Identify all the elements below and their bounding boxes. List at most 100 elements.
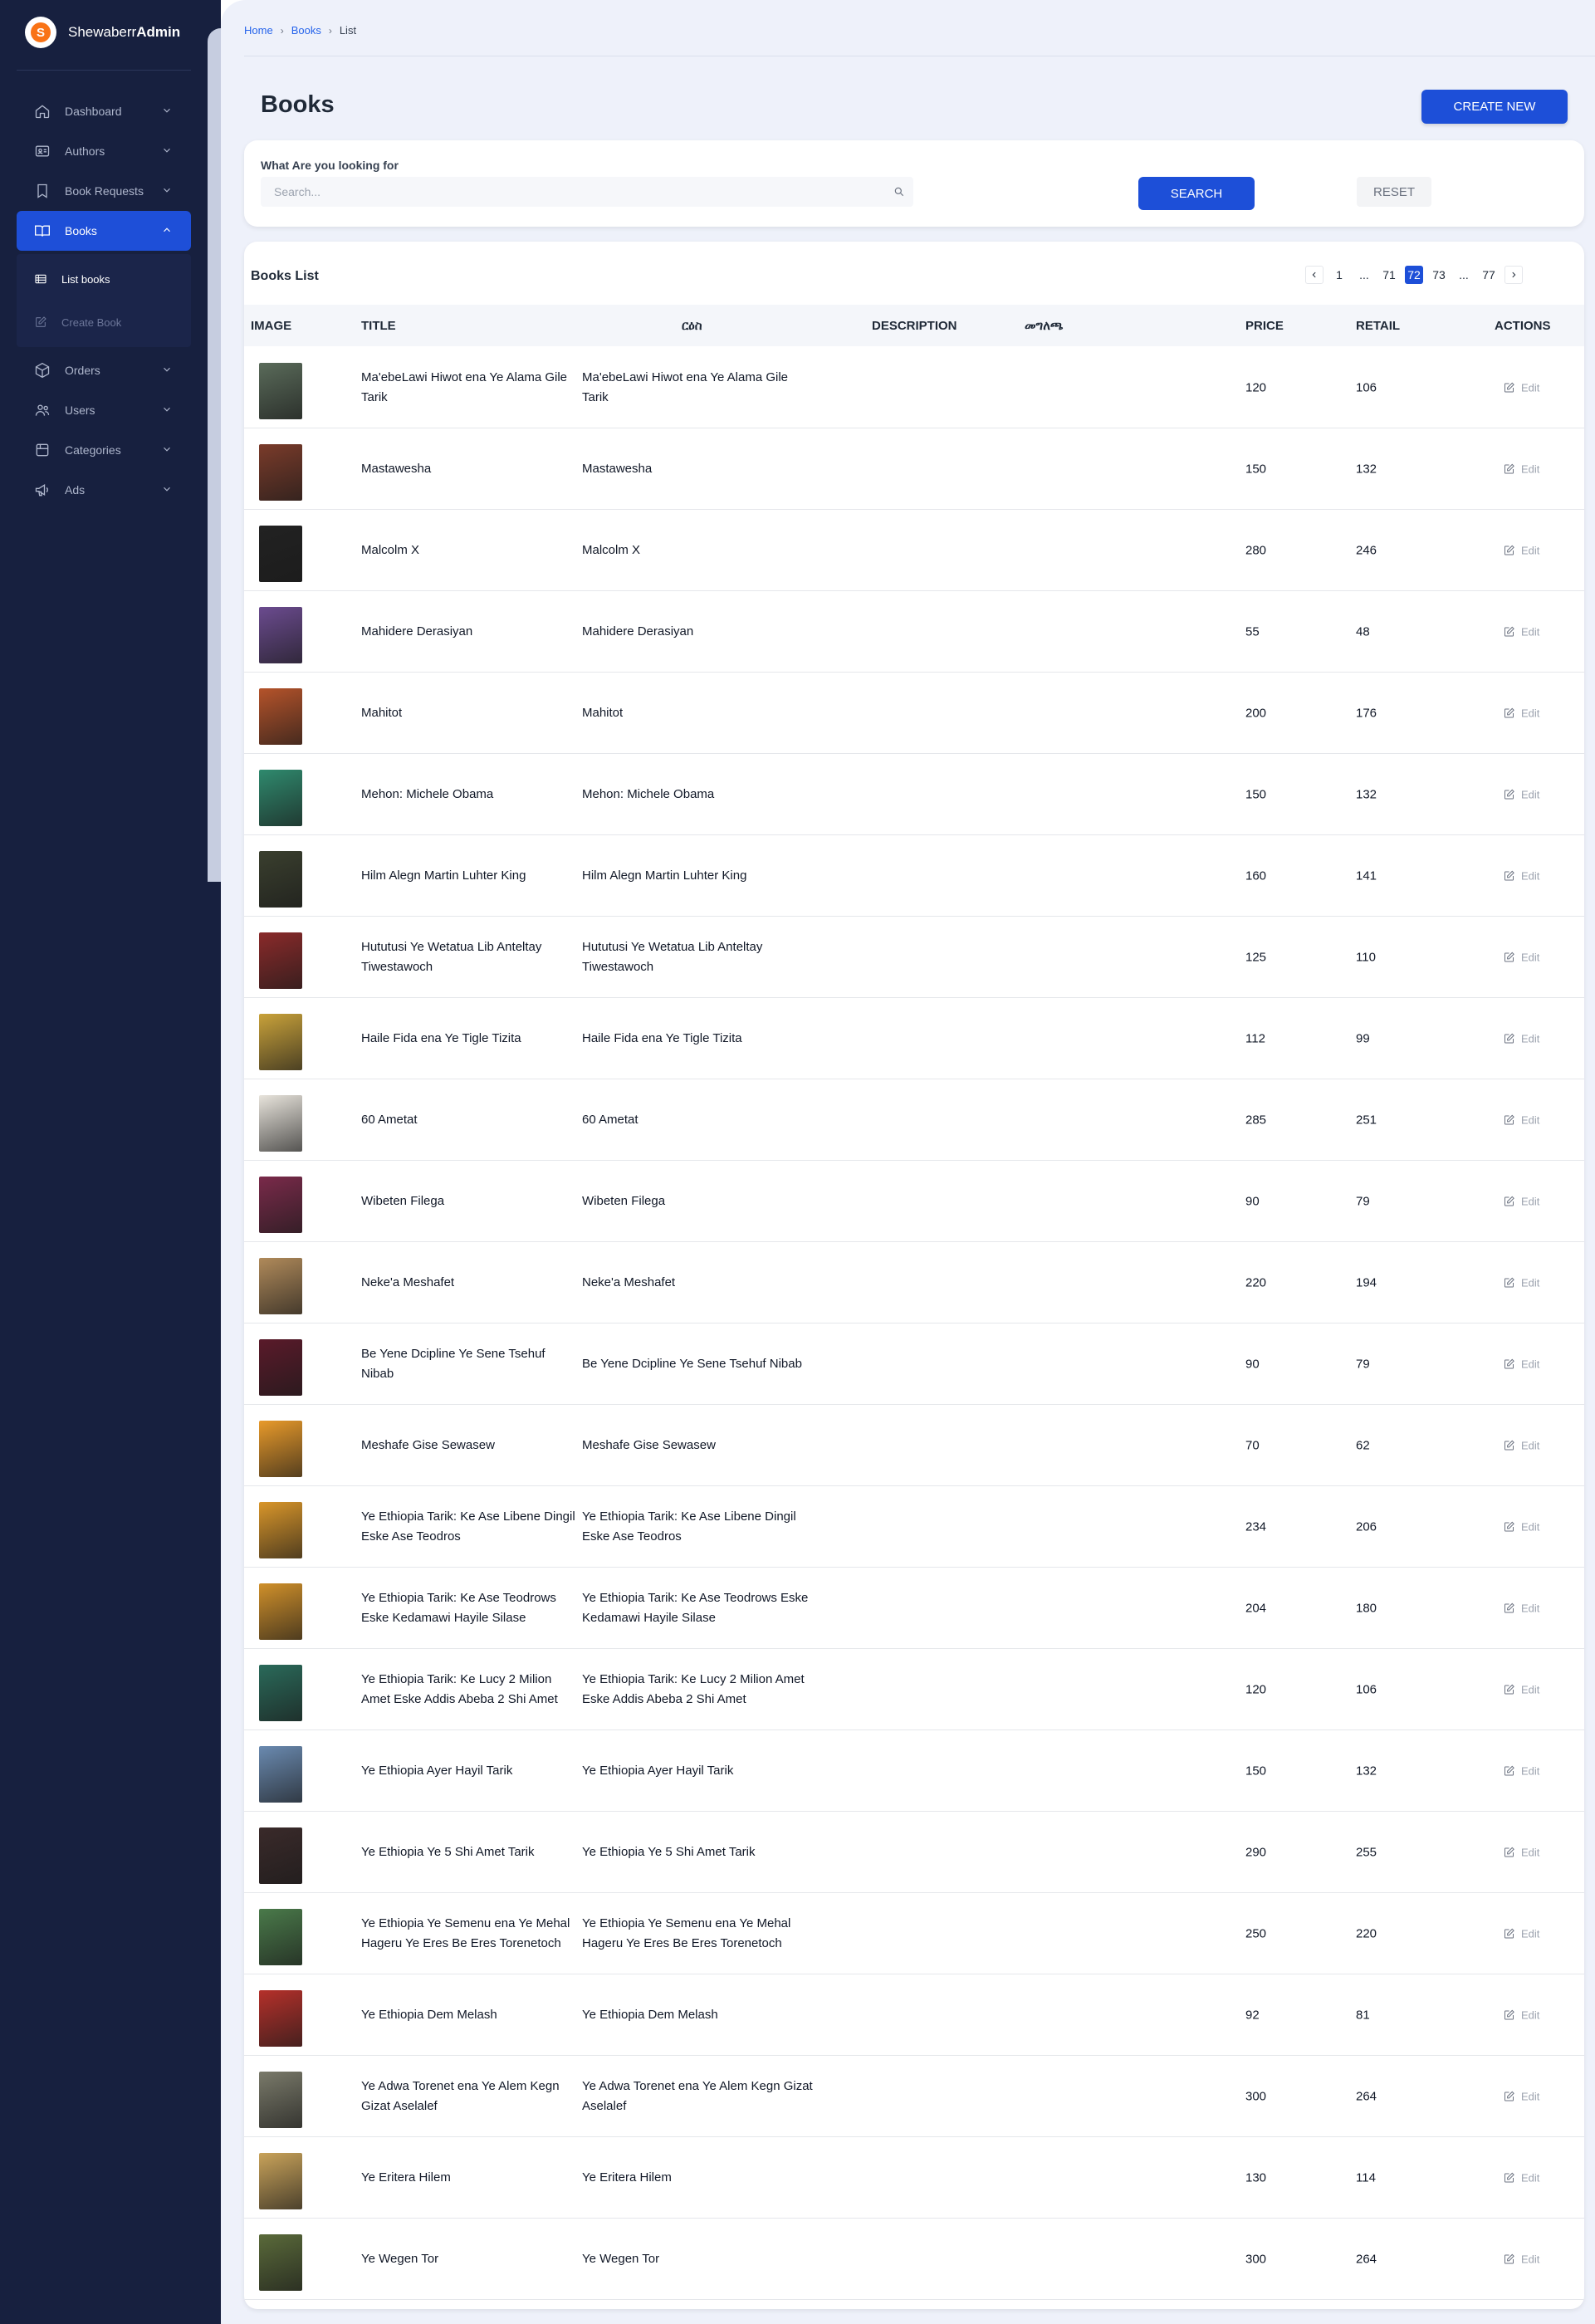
sidebar-item-book-requests[interactable]: Book Requests: [17, 171, 191, 211]
sidebar-item-users[interactable]: Users: [17, 390, 191, 430]
book-cover: [259, 1258, 302, 1314]
book-title: Ye Ethiopia Dem Melash: [361, 2007, 497, 2022]
pagination-page[interactable]: 73: [1430, 266, 1448, 284]
table-row: Ye Ethiopia Ye 5 Shi Amet Tarik Ye Ethiop…: [244, 1812, 1584, 1893]
edit-icon: [1504, 1521, 1514, 1531]
edit-icon: [1504, 2009, 1514, 2019]
book-title-amharic: Haile Fida ena Ye Tigle Tizita: [582, 1030, 742, 1045]
pagination-prev-icon[interactable]: [1305, 266, 1323, 284]
book-price: 160: [1245, 868, 1267, 883]
edit-button[interactable]: Edit: [1503, 869, 1539, 882]
book-title: Ye Eritera Hilem: [361, 2170, 451, 2185]
book-cover: [259, 2153, 302, 2209]
book-cover-image: [259, 1665, 302, 1721]
sidebar-item-orders[interactable]: Orders: [17, 350, 191, 390]
edit-button[interactable]: Edit: [1503, 2171, 1539, 2184]
edit-button[interactable]: Edit: [1503, 707, 1539, 719]
sidebar-item-books[interactable]: Books: [17, 211, 191, 251]
brand-logo: S: [25, 17, 56, 48]
book-title: Ye Ethiopia Ye Semenu ena Ye Mehal Hager…: [361, 1915, 570, 1950]
edit-button[interactable]: Edit: [1503, 2090, 1539, 2102]
book-cover: [259, 770, 302, 826]
book-price: 204: [1245, 1601, 1267, 1615]
book-cover-image: [259, 1014, 302, 1070]
breadcrumb-home[interactable]: Home: [244, 24, 273, 37]
edit-icon: [1504, 1277, 1514, 1287]
edit-button[interactable]: Edit: [1503, 1683, 1539, 1695]
sidebar-item-label: Books: [65, 224, 97, 237]
brand-name: ShewaberrAdmin: [68, 24, 181, 40]
edit-icon: [1504, 1033, 1514, 1043]
edit-button[interactable]: Edit: [1503, 462, 1539, 475]
sidebar-item-dashboard[interactable]: Dashboard: [17, 91, 191, 131]
edit-label: Edit: [1521, 951, 1540, 963]
edit-button[interactable]: Edit: [1503, 1602, 1539, 1614]
chevron-down-icon: [161, 404, 173, 415]
edit-button[interactable]: Edit: [1503, 1358, 1539, 1370]
book-cover: [259, 2072, 302, 2128]
sidebar-item-ads[interactable]: Ads: [17, 470, 191, 510]
edit-label: Edit: [1521, 1113, 1540, 1126]
table-row: Ye Ethiopia Tarik: Ke Ase Teodrows Eske …: [244, 1568, 1584, 1649]
pagination-page-current[interactable]: 72: [1405, 266, 1423, 284]
edit-label: Edit: [1521, 788, 1540, 800]
sidebar-subitem-label: List books: [61, 272, 110, 286]
edit-button[interactable]: Edit: [1503, 1846, 1539, 1858]
table-row: Ye Wegen Tor Ye Wegen Tor 300 264 Edit: [244, 2219, 1584, 2300]
book-title-amharic: Ye Adwa Torenet ena Ye Alem Kegn Gizat A…: [582, 2078, 813, 2113]
edit-button[interactable]: Edit: [1503, 1113, 1539, 1126]
book-price: 280: [1245, 543, 1267, 557]
edit-button[interactable]: Edit: [1503, 544, 1539, 556]
page-title: Books: [261, 91, 335, 118]
book-retail: 132: [1356, 462, 1377, 476]
pagination-next-icon[interactable]: [1504, 266, 1523, 284]
reset-button[interactable]: RESET: [1357, 177, 1431, 207]
edit-button[interactable]: Edit: [1503, 1032, 1539, 1045]
edit-button[interactable]: Edit: [1503, 2253, 1539, 2265]
edit-button[interactable]: Edit: [1503, 1439, 1539, 1451]
sidebar-item-categories[interactable]: Categories: [17, 430, 191, 470]
box-icon: [33, 361, 51, 379]
edit-button[interactable]: Edit: [1503, 1520, 1539, 1533]
sidebar-item-authors[interactable]: Authors: [17, 131, 191, 171]
brand[interactable]: S ShewaberrAdmin: [25, 17, 181, 48]
list-title: Books List: [251, 269, 319, 283]
book-title-amharic: 60 Ametat: [582, 1112, 638, 1127]
book-title: Ye Adwa Torenet ena Ye Alem Kegn Gizat A…: [361, 2078, 560, 2113]
edit-icon: [1504, 1440, 1514, 1450]
pagination-page[interactable]: 1: [1330, 266, 1348, 284]
book-cover-image: [259, 770, 302, 826]
edit-button[interactable]: Edit: [1503, 1764, 1539, 1777]
search-button[interactable]: SEARCH: [1138, 177, 1255, 210]
breadcrumb-books[interactable]: Books: [291, 24, 321, 37]
chevron-down-icon: [161, 105, 173, 116]
edit-button[interactable]: Edit: [1503, 788, 1539, 800]
book-title: Meshafe Gise Sewasew: [361, 1437, 495, 1452]
book-cover-image: [259, 2072, 302, 2128]
table-row: Ye Ethiopia Ye Semenu ena Ye Mehal Hager…: [244, 1893, 1584, 1974]
create-new-button[interactable]: CREATE NEW: [1421, 90, 1568, 124]
book-cover-image: [259, 2153, 302, 2209]
sidebar-item-list-books[interactable]: List books: [17, 257, 191, 301]
pagination-page[interactable]: 71: [1380, 266, 1398, 284]
search-input[interactable]: Search...: [261, 177, 913, 207]
edit-button[interactable]: Edit: [1503, 625, 1539, 638]
edit-button[interactable]: Edit: [1503, 1276, 1539, 1289]
sidebar-item-create-book[interactable]: Create Book: [17, 301, 191, 344]
book-price: 70: [1245, 1438, 1260, 1452]
book-cover: [259, 1990, 302, 2047]
table-row: Wibeten Filega Wibeten Filega 90 79 Edit: [244, 1161, 1584, 1242]
sidebar-item-label: Dashboard: [65, 105, 122, 118]
edit-button[interactable]: Edit: [1503, 381, 1539, 394]
chevron-down-icon: [161, 443, 173, 455]
megaphone-icon: [33, 481, 51, 499]
book-retail: 106: [1356, 1682, 1377, 1696]
table-row: Be Yene Dcipline Ye Sene Tsehuf Nibab Be …: [244, 1323, 1584, 1405]
edit-button[interactable]: Edit: [1503, 1927, 1539, 1940]
edit-label: Edit: [1521, 1358, 1540, 1370]
edit-button[interactable]: Edit: [1503, 2008, 1539, 2021]
edit-button[interactable]: Edit: [1503, 1195, 1539, 1207]
edit-button[interactable]: Edit: [1503, 951, 1539, 963]
book-price: 92: [1245, 2008, 1260, 2022]
pagination-page[interactable]: 77: [1480, 266, 1498, 284]
